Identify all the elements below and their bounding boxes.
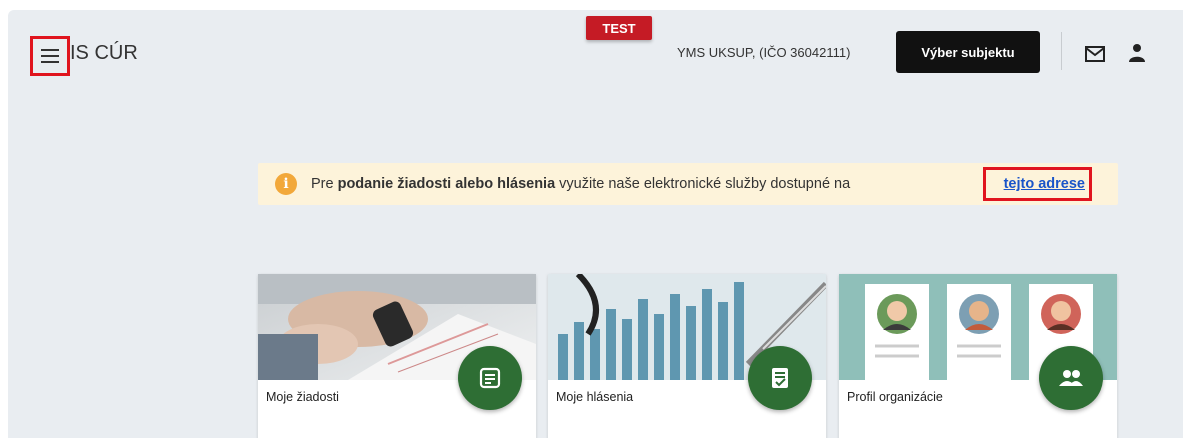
card-label: Moje žiadosti [266,390,339,404]
banner-message: Pre podanie žiadosti alebo hlásenia využ… [311,176,850,192]
select-subject-button[interactable]: Výber subjektu [896,31,1040,73]
checklist-icon [772,368,788,388]
app-title: IS CÚR [70,42,138,64]
card-action-button[interactable] [1039,346,1103,410]
environment-badge: TEST [586,16,652,40]
app-shell: IS CÚR TEST YMS UKSUP, (IČO 36042111) Vý… [8,10,1183,438]
card-profil-organizacie[interactable]: Profil organizácie [839,274,1117,438]
header-divider [1061,32,1062,70]
card-action-button[interactable] [458,346,522,410]
menu-button[interactable] [30,36,70,76]
info-icon: i [275,173,297,195]
current-subject: YMS UKSUP, (IČO 36042111) [677,45,851,60]
menu-icon [41,49,59,63]
banner-text-bold: podanie žiadosti alebo hlásenia [337,176,556,192]
card-moje-hlasenia[interactable]: Moje hlásenia [548,274,826,438]
card-moje-ziadosti[interactable]: Moje žiadosti [258,274,536,438]
mail-icon[interactable] [1085,46,1105,62]
card-label: Moje hlásenia [556,390,634,404]
card-action-button[interactable] [748,346,812,410]
group-icon [1059,370,1083,386]
banner-text-after: využite naše elektronické služby dostupn… [555,176,851,192]
banner-text-before: Pre [311,176,338,192]
services-link[interactable]: tejto adrese [1004,176,1085,192]
card-label: Profil organizácie [847,390,943,404]
banner-link-highlight: tejto adrese [983,167,1092,201]
document-icon [479,367,501,389]
user-icon[interactable] [1129,43,1145,63]
